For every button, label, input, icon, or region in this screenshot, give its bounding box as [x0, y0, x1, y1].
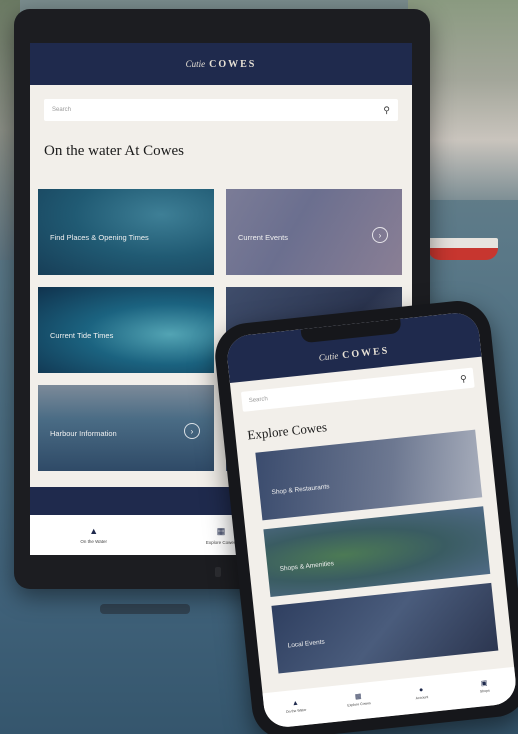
- logo-script: Cutie: [185, 59, 206, 69]
- logo-text: COWES: [341, 344, 390, 361]
- card-label: Current Events: [238, 232, 289, 242]
- search-icon[interactable]: ⚲: [460, 373, 468, 385]
- card-label: Current Tide Times: [50, 330, 114, 340]
- card-places[interactable]: Find Places & Opening Times: [38, 189, 214, 275]
- logo[interactable]: Cutie COWES: [186, 59, 257, 70]
- card-label: Shops & Amenities: [279, 559, 335, 573]
- map-icon: ▦: [354, 693, 362, 701]
- page-title: On the water At Cowes: [44, 143, 184, 159]
- card-events[interactable]: Current Events ›: [226, 189, 402, 275]
- map-icon: ▦: [216, 525, 226, 536]
- tab-label: Explore Cowes: [205, 539, 237, 545]
- tab-label: Explore Cowes: [347, 701, 371, 708]
- person-icon: ●: [418, 686, 424, 694]
- boat-icon: ▲: [89, 526, 99, 536]
- background-ferry: [428, 238, 498, 260]
- category-list: Shop & Restaurants Shops & Amenities Loc…: [237, 428, 512, 675]
- store-icon: ▣: [480, 679, 488, 688]
- tab-shops[interactable]: ▣ Shops: [460, 677, 509, 696]
- arrow-right-icon[interactable]: ›: [184, 423, 200, 439]
- tab-label: On the Water: [285, 707, 307, 714]
- card-label: Shop & Restaurants: [271, 482, 330, 496]
- app-header: Cutie COWES: [30, 43, 412, 85]
- background-pontoon: [100, 604, 190, 614]
- boat-icon: ▲: [291, 699, 300, 707]
- card-local-events[interactable]: Local Events: [271, 582, 499, 674]
- home-button[interactable]: [215, 567, 221, 577]
- phone-screen: Cutie COWES Search ⚲ Explore Cowes Shop …: [225, 310, 518, 730]
- search-input[interactable]: Search: [249, 396, 269, 404]
- card-tides[interactable]: Current Tide Times: [38, 287, 214, 373]
- tab-label: On the Water: [80, 539, 107, 544]
- tab-on-the-water[interactable]: ▲ On the Water: [271, 697, 320, 715]
- logo[interactable]: Cutie COWES: [318, 345, 389, 363]
- tab-bar: ▲ On the Water ▦ Explore Cowes ● Account…: [262, 666, 518, 730]
- search-icon[interactable]: ⚲: [383, 105, 390, 116]
- logo-text: COWES: [209, 58, 257, 70]
- card-label: Harbour Information: [50, 428, 117, 438]
- arrow-right-icon[interactable]: ›: [372, 227, 388, 243]
- tab-label: Shops: [479, 688, 491, 694]
- tab-explore[interactable]: ▦ Explore Cowes: [334, 690, 383, 709]
- logo-script: Cutie: [318, 350, 339, 363]
- card-label: Local Events: [287, 638, 326, 649]
- card-harbour[interactable]: Harbour Information ›: [38, 385, 214, 471]
- tab-on-the-water[interactable]: ▲ On the Water: [49, 526, 139, 544]
- tab-label: Account: [415, 694, 429, 700]
- card-shops-restaurants[interactable]: Shop & Restaurants: [255, 429, 483, 521]
- card-shops-amenities[interactable]: Shops & Amenities: [263, 506, 491, 597]
- search-input[interactable]: Search: [52, 107, 71, 113]
- tab-account[interactable]: ● Account: [397, 684, 446, 702]
- card-label: Find Places & Opening Times: [50, 232, 149, 242]
- search-bar[interactable]: Search ⚲: [44, 99, 398, 121]
- phone-device: Cutie COWES Search ⚲ Explore Cowes Shop …: [211, 297, 518, 734]
